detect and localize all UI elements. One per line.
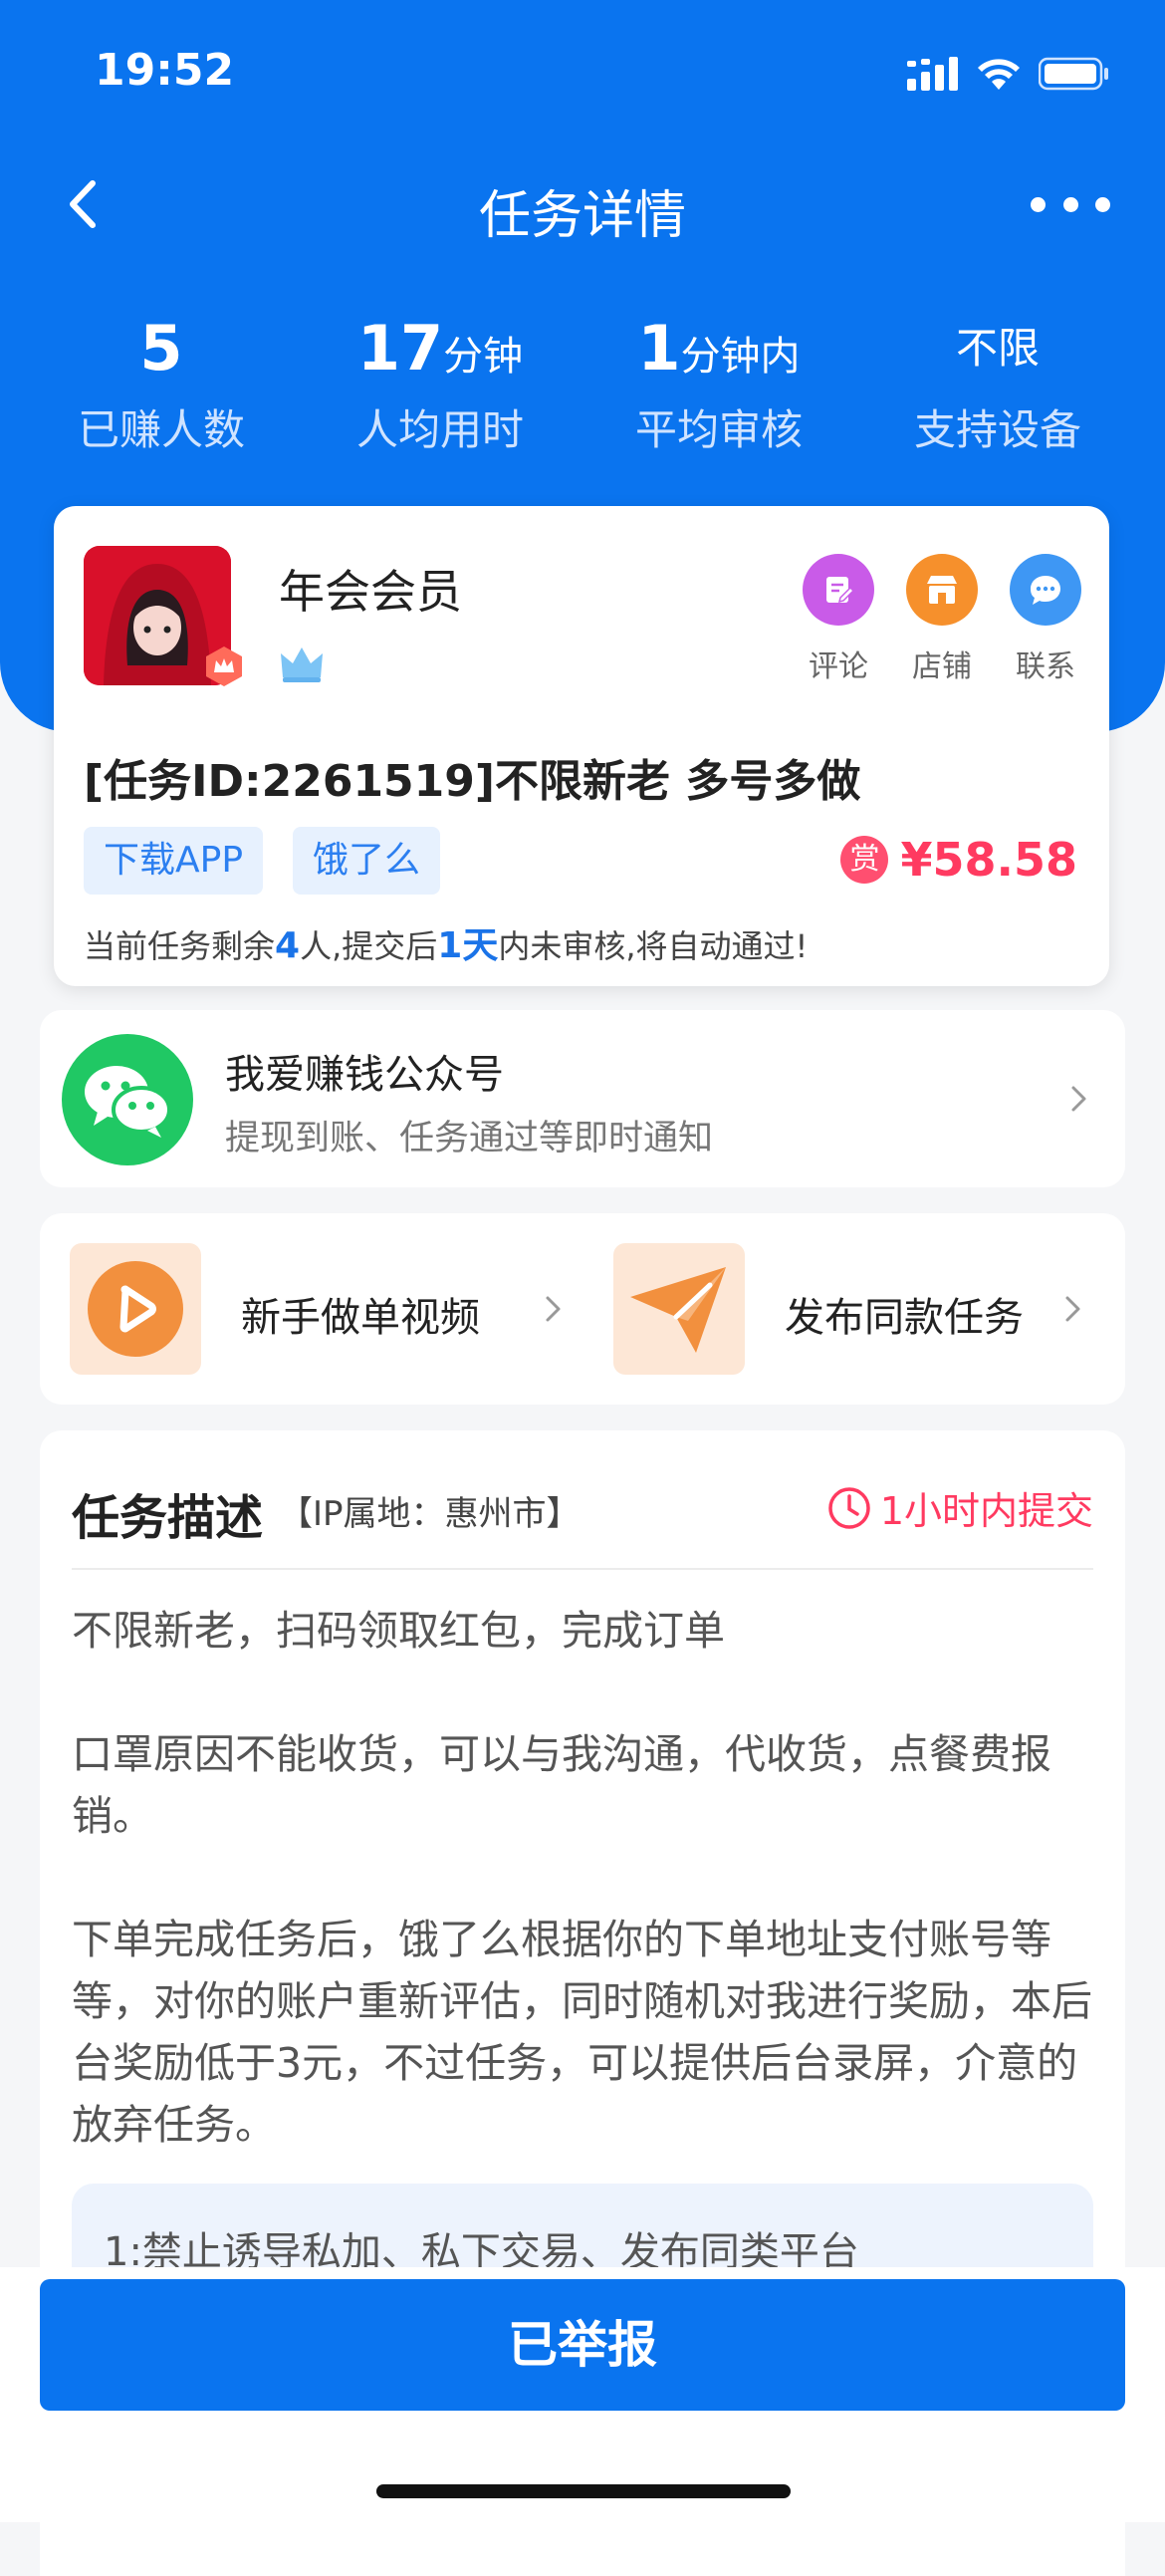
chat-icon [1031,576,1060,605]
more-dot-icon [1031,196,1046,212]
publish-same-task-link[interactable]: 发布同款任务 [613,1243,1111,1375]
play-icon [88,1261,183,1357]
tag-eleme: 饿了么 [293,827,441,895]
shop-button[interactable]: 店铺 [902,554,982,685]
remaining-notice: 当前任务剩余4人,提交后1天内未审核,将自动通过! [84,916,808,968]
shop-icon [927,576,957,604]
publisher-name: 年会会员 [279,565,462,619]
wechat-subtitle: 提现到账、任务通过等即时通知 [225,1119,714,1159]
chevron-right-icon [1065,1296,1080,1322]
task-stats: 5 已赚人数 17分钟 人均用时 1分钟内 平均审核 不限 支持设备 [0,309,1165,457]
more-button[interactable] [1031,179,1110,229]
comment-icon [826,577,855,604]
deadline-text: 1小时内提交 [879,1489,1093,1533]
stat-value: 1 [637,312,681,385]
stat-earned-count: 5 已赚人数 [22,309,301,457]
stat-label: 已赚人数 [77,405,245,454]
vip-badge-icon [206,646,242,686]
description-title: 任务描述 [72,1490,264,1546]
battery-icon [1039,57,1108,91]
reward-amount: ¥58.58 [900,833,1077,887]
video-icon-tile [70,1243,201,1375]
stat-unit: 分钟 [443,334,524,380]
crown-icon [281,647,323,682]
bottom-bar: 已举报 [0,2267,1165,2522]
stat-avg-review: 1分钟内 平均审核 [580,309,858,457]
stat-value: 17 [356,312,444,385]
page-title: 任务详情 [478,186,686,246]
more-dot-icon [1062,196,1078,212]
deadline: 1小时内提交 [826,1480,1093,1535]
wechat-icon [62,1034,193,1165]
stat-value: 5 [139,312,183,385]
shop-label: 店铺 [912,649,972,684]
description-body: 不限新老，扫码领取红包，完成订单 口罩原因不能收货，可以与我沟通，代收货，点餐费… [72,1607,1092,2149]
signal-icon [907,57,958,91]
beginner-video-link[interactable]: 新手做单视频 [70,1243,587,1375]
publish-same-task-label: 发布同款任务 [785,1295,1024,1341]
clock-icon [828,1486,870,1529]
reported-button[interactable]: 已举报 [40,2279,1125,2411]
ip-location: 【IP属地：惠州市】 [279,1494,581,1534]
stat-devices: 不限 支持设备 [858,309,1137,457]
wechat-follow-card[interactable]: 我爱赚钱公众号 提现到账、任务通过等即时通知 [40,1010,1125,1187]
stat-avg-time: 17分钟 人均用时 [301,309,580,457]
reward-icon: 赏 [840,836,889,884]
beginner-video-label: 新手做单视频 [241,1295,480,1341]
chevron-right-icon [1071,1086,1086,1112]
task-title: [任务ID:2261519]不限新老 多号多做 [84,756,861,807]
contact-button[interactable]: 联系 [1006,554,1085,685]
remaining-mid: 人,提交后 [300,927,438,965]
divider [72,1568,1093,1570]
remaining-prefix: 当前任务剩余 [84,927,276,965]
status-icons [907,52,1110,96]
home-indicator [376,2484,791,2498]
reward: 赏 ¥58.58 [840,833,1077,887]
task-card: 年会会员 评论 店铺 联系 [任务ID:2261519]不限新老 多号多做 下载… [54,506,1109,986]
comment-button[interactable]: 评论 [799,554,878,685]
guide-card: 新手做单视频 发布同款任务 [40,1213,1125,1405]
remaining-suffix: 内未审核,将自动通过! [498,927,809,965]
comment-label: 评论 [809,649,868,684]
more-dot-icon [1095,196,1110,212]
contact-label: 联系 [1016,649,1075,684]
remaining-count: 4 [275,925,301,966]
stat-label: 人均用时 [355,405,524,454]
wifi-icon [978,59,1020,90]
review-days: 1天 [437,925,499,966]
status-bar: 19:52 [0,0,1165,149]
nav-bar: 任务详情 [0,159,1165,249]
status-time: 19:52 [95,45,235,96]
paper-plane-icon [630,1267,726,1353]
stat-label: 支持设备 [913,405,1081,454]
chevron-right-icon [546,1296,561,1322]
stat-unit: 分钟内 [680,334,801,380]
tag-download-app: 下载APP [84,827,264,895]
stat-value: 不限 [955,324,1040,373]
wechat-title: 我爱赚钱公众号 [225,1052,504,1098]
stat-label: 平均审核 [634,405,803,454]
publish-icon-tile [613,1243,745,1375]
